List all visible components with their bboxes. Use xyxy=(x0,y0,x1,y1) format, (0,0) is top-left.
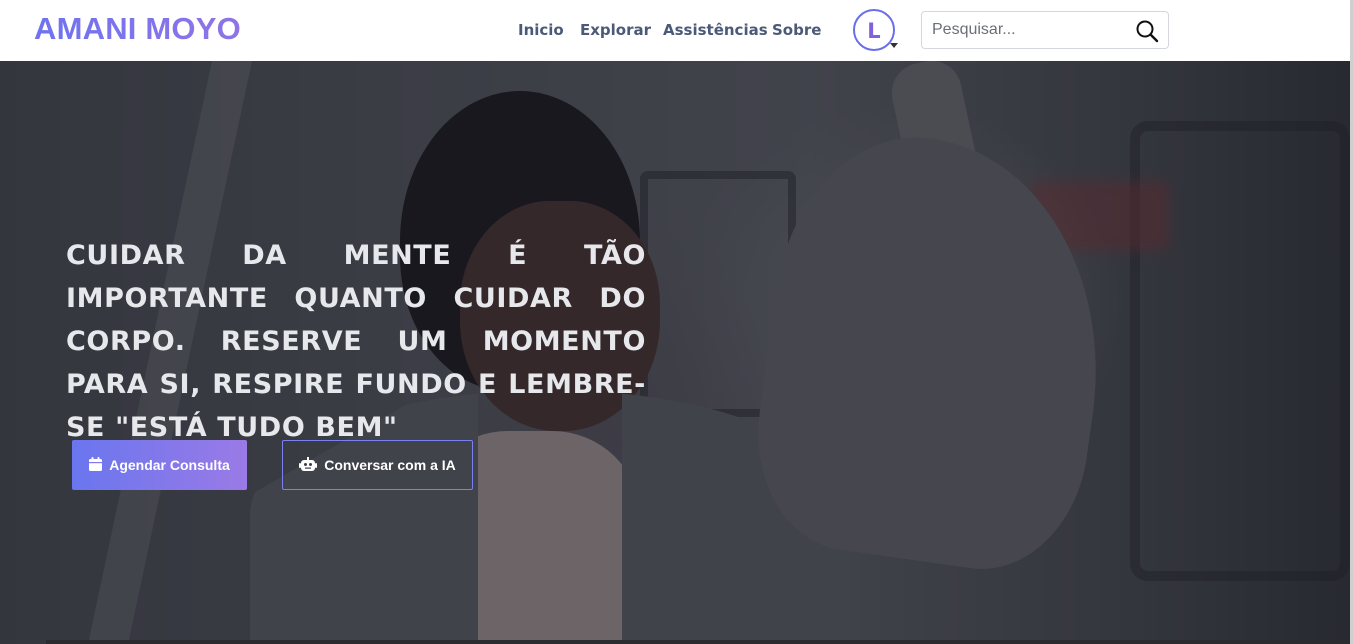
nav-link-assistencias[interactable]: Assistências xyxy=(663,21,768,39)
caret-down-icon[interactable] xyxy=(890,43,898,48)
avatar-initial: L xyxy=(867,19,881,43)
search-icon[interactable] xyxy=(1134,18,1160,44)
top-navbar: AMANI MOYO Inicio Explorar Assistências … xyxy=(0,0,1350,61)
chat-with-ai-button[interactable]: Conversar com a IA xyxy=(282,440,473,490)
chat-with-ai-label: Conversar com a IA xyxy=(324,457,456,473)
user-avatar[interactable]: L xyxy=(853,9,895,51)
horizontal-scrollbar[interactable] xyxy=(46,640,1350,644)
calendar-icon xyxy=(89,456,103,474)
nav-link-sobre[interactable]: Sobre xyxy=(772,21,821,39)
hero-headline: CUIDAR DA MENTE É TÃO IMPORTANTE QUANTO … xyxy=(66,240,646,443)
book-appointment-label: Agendar Consulta xyxy=(109,457,230,473)
search-input[interactable] xyxy=(922,12,1122,48)
nav-link-explorar[interactable]: Explorar xyxy=(580,21,651,39)
robot-icon xyxy=(299,456,318,474)
search-box xyxy=(921,11,1169,49)
hero-section: CUIDAR DA MENTE É TÃO IMPORTANTE QUANTO … xyxy=(0,61,1350,644)
book-appointment-button[interactable]: Agendar Consulta xyxy=(72,440,247,490)
nav-link-inicio[interactable]: Inicio xyxy=(518,21,564,39)
brand-logo[interactable]: AMANI MOYO xyxy=(34,11,241,47)
